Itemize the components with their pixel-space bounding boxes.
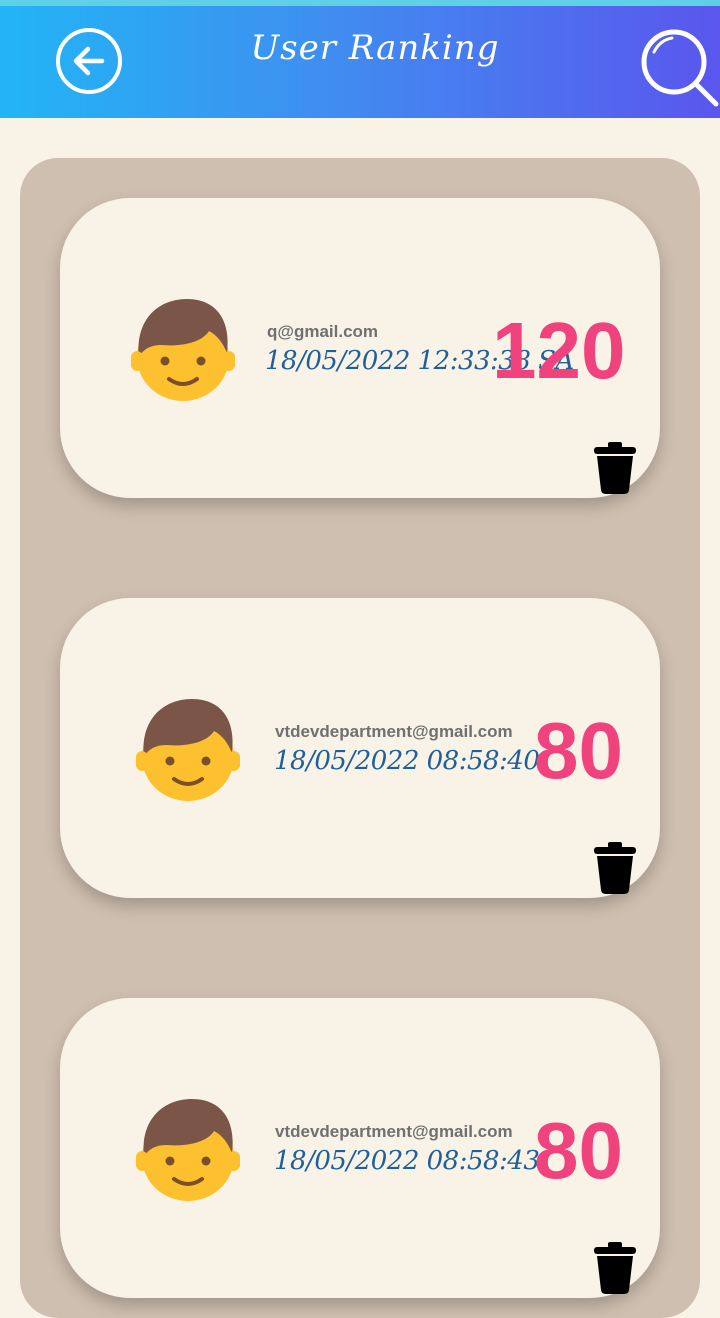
page-title: User Ranking xyxy=(250,28,500,68)
trash-icon[interactable] xyxy=(593,842,637,894)
user-email: vtdevdepartment@gmail.com xyxy=(275,722,513,741)
ranking-datetime: 18/05/2022 08:58:43 xyxy=(274,1146,540,1176)
boy-face-icon xyxy=(136,1095,240,1203)
ranking-datetime: 18/05/2022 08:58:40 xyxy=(274,746,540,776)
user-email: vtdevdepartment@gmail.com xyxy=(275,1122,513,1141)
ranking-score: 80 xyxy=(534,1106,623,1195)
trash-icon[interactable] xyxy=(593,442,637,494)
trash-icon[interactable] xyxy=(593,1242,637,1294)
boy-face-icon xyxy=(131,295,235,403)
ranking-score: 120 xyxy=(492,306,626,395)
search-icon xyxy=(641,29,719,107)
user-email: q@gmail.com xyxy=(267,322,379,341)
boy-face-icon xyxy=(136,695,240,803)
ranking-card[interactable]: q@gmail.com 18/05/2022 12:33:38 SA 120 xyxy=(60,198,660,498)
ranking-card[interactable]: vtdevdepartment@gmail.com 18/05/2022 08:… xyxy=(60,598,660,898)
app-bar: User Ranking xyxy=(0,6,720,118)
ranking-card[interactable]: vtdevdepartment@gmail.com 18/05/2022 08:… xyxy=(60,998,660,1298)
ranking-score: 80 xyxy=(534,706,623,795)
search-button[interactable] xyxy=(636,26,720,110)
